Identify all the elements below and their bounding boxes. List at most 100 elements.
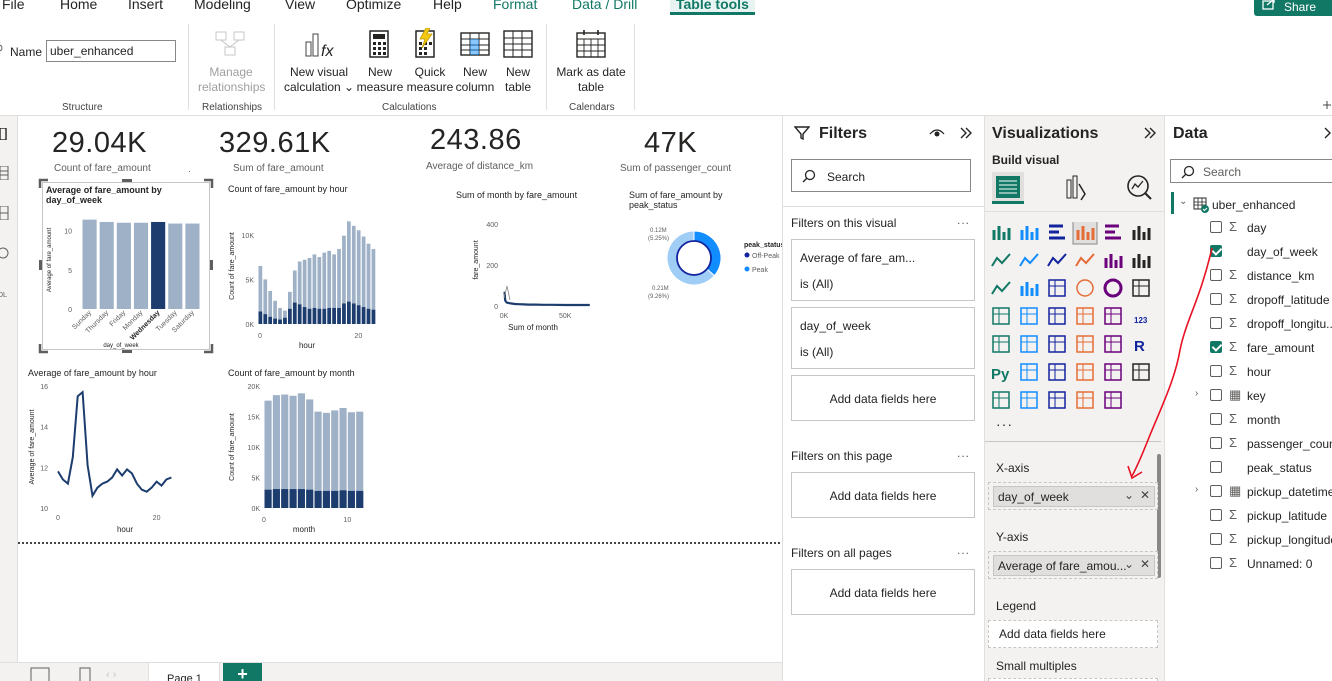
bar-segment xyxy=(289,489,297,508)
visual-sum-fare-by-peak-status[interactable]: Sum of fare_amount by peak_status 0.12M (… xyxy=(624,188,782,328)
relationships-group-label: Relationships xyxy=(202,102,263,113)
menu-format[interactable]: Format xyxy=(493,0,537,12)
more-options-icon[interactable]: ... xyxy=(957,543,970,557)
collapse-data-icon[interactable] xyxy=(1323,127,1332,139)
more-options-icon[interactable]: ... xyxy=(957,446,970,460)
menu-modeling[interactable]: Modeling xyxy=(194,0,251,12)
manage-relationships-button[interactable]: Manage relationships xyxy=(198,65,265,95)
table-name-input[interactable] xyxy=(46,40,176,62)
visual-type-globe-detail xyxy=(1021,308,1037,324)
collapse-filters-icon[interactable] xyxy=(959,127,973,139)
page-nav-arrows[interactable]: ‹ › xyxy=(106,669,116,681)
collapse-viz-icon[interactable] xyxy=(1143,127,1157,139)
chevron-down-icon[interactable]: ⌄ xyxy=(1124,488,1134,502)
tmdl-view-icon[interactable]: DL xyxy=(0,292,7,299)
new-visual-calculation-button[interactable]: New visual calculation ⌄ xyxy=(284,65,354,95)
close-icon[interactable]: ✕ xyxy=(1140,557,1150,571)
yaxis-field-pill[interactable]: Average of fare_amou... ⌄ ✕ xyxy=(993,555,1155,576)
build-visual-icon xyxy=(996,176,1020,198)
bar-segment xyxy=(322,490,330,508)
share-button[interactable]: Share xyxy=(1254,0,1332,16)
menu-file[interactable]: File xyxy=(2,0,25,12)
structure-group-label: Structure xyxy=(62,102,103,113)
quick-measure-button[interactable]: Quick measure xyxy=(406,65,454,95)
y-axis-title: fare_amount xyxy=(473,240,480,279)
visual-sum-month-by-fare[interactable]: Sum of month by fare_amount 400 200 0 0K 50K… xyxy=(452,188,612,358)
menu-help[interactable]: Help xyxy=(433,0,462,12)
calendar-icon xyxy=(576,30,606,58)
bar-segment xyxy=(342,303,346,324)
field-pickup-latitude[interactable]: Σpickup_latitude xyxy=(1165,504,1332,528)
y-tick-label: 12 xyxy=(40,465,48,472)
sigma-icon: Σ xyxy=(1229,435,1238,450)
legend-well[interactable]: Add data fields here xyxy=(988,620,1158,648)
field-checkbox[interactable] xyxy=(1210,533,1222,545)
visual-type-table-icon xyxy=(1076,335,1094,353)
filter-card-avg-fare[interactable]: Average of fare_am... is (All) xyxy=(791,239,975,301)
data-search-input[interactable]: Search xyxy=(1170,159,1332,183)
mobile-layout-icon[interactable] xyxy=(78,667,92,681)
menu-data-drill[interactable]: Data / Drill xyxy=(572,0,637,12)
visual-count-fare-by-hour[interactable]: Count of fare_amount by hour 10K 5K 0K Coun… xyxy=(226,182,386,350)
new-column-icon xyxy=(460,32,490,56)
page-tab-1[interactable]: Page 1 xyxy=(148,663,220,681)
filters-search-input[interactable]: Search xyxy=(791,159,971,192)
chevron-down-icon[interactable]: ⌄ xyxy=(1179,196,1187,207)
visual-type-column-icon xyxy=(1020,282,1039,296)
field-pickup-longitude[interactable]: Σpickup_longitude xyxy=(1165,528,1332,552)
visual-count-fare-by-month[interactable]: Count of fare_amount by month 20K 15K 10K 5… xyxy=(226,366,386,534)
sigma-icon: Σ xyxy=(1229,291,1238,306)
visual-avg-fare-by-hour[interactable]: Average of fare_amount by hour 16 14 12 10 0… xyxy=(24,366,214,534)
desktop-layout-icon[interactable] xyxy=(30,667,50,681)
dax-query-icon[interactable] xyxy=(0,246,10,260)
menu-insert[interactable]: Insert xyxy=(128,0,163,12)
bar-segment xyxy=(366,308,371,324)
visual-type-apps-icon xyxy=(1048,391,1066,409)
visual-type-table-detail xyxy=(1105,336,1121,352)
report-view-icon[interactable] xyxy=(0,128,10,140)
ribbon-collapse-icon[interactable] xyxy=(1322,100,1332,110)
yaxis-well[interactable]: Average of fare_amou... ⌄ ✕ xyxy=(988,551,1158,579)
menu-table-tools[interactable]: Table tools xyxy=(670,0,755,15)
format-visual-icon[interactable] xyxy=(1063,174,1089,202)
table-uber-enhanced[interactable]: ⌄ uber_enhanced xyxy=(1165,192,1332,216)
more-visuals-icon[interactable]: ··· xyxy=(996,416,1013,432)
menu-view[interactable]: View xyxy=(285,0,315,12)
close-icon[interactable]: ✕ xyxy=(1140,488,1150,502)
bar-segment xyxy=(288,308,292,324)
filters-on-page-label: Filters on this page xyxy=(791,449,893,463)
page-add-fields-well[interactable]: Add data fields here xyxy=(791,472,975,518)
visual-type-line-icon xyxy=(991,253,1011,267)
sigma-icon: Σ xyxy=(1229,555,1238,570)
mark-as-date-table-button[interactable]: Mark as date table xyxy=(554,65,628,95)
menu-home[interactable]: Home xyxy=(60,0,97,12)
analytics-icon[interactable] xyxy=(1125,174,1153,202)
field-day[interactable]: Σday xyxy=(1165,216,1332,240)
report-canvas[interactable]: 29.04K Count of fare_amount 329.61K Sum … xyxy=(18,116,782,662)
new-measure-button[interactable]: New measure xyxy=(356,65,404,95)
eye-icon[interactable] xyxy=(929,127,945,139)
selection-handles[interactable] xyxy=(38,178,214,354)
chevron-down-icon[interactable]: ⌄ xyxy=(1124,557,1134,571)
visual-add-fields-well[interactable]: Add data fields here xyxy=(791,375,975,421)
filters-on-all-pages-label: Filters on all pages xyxy=(791,546,892,560)
more-options-icon[interactable]: ... xyxy=(957,213,970,227)
all-pages-add-fields-well[interactable]: Add data fields here xyxy=(791,569,975,615)
table-view-icon[interactable] xyxy=(0,166,10,180)
field-checkbox[interactable] xyxy=(1210,221,1222,233)
field-checkbox[interactable] xyxy=(1210,557,1222,569)
new-column-button[interactable]: New column xyxy=(452,65,498,95)
field-name: pickup_longitude xyxy=(1247,533,1332,547)
field-checkbox[interactable] xyxy=(1210,509,1222,521)
menu-optimize[interactable]: Optimize xyxy=(346,0,401,12)
new-table-button[interactable]: New table xyxy=(498,65,538,95)
build-visual-tab[interactable] xyxy=(992,172,1024,204)
add-page-button[interactable]: + xyxy=(223,663,262,681)
data-label: 0.21M xyxy=(652,286,669,292)
model-view-icon[interactable] xyxy=(0,206,10,220)
x-axis-title: Sum of month xyxy=(508,323,558,332)
kpi-count-fare-label: Count of fare_amount xyxy=(54,163,151,174)
bar-segment xyxy=(317,308,322,324)
filter-card-day-of-week[interactable]: day_of_week is (All) xyxy=(791,307,975,369)
field-unnamed-0[interactable]: Σ Unnamed: 0 xyxy=(1165,552,1332,576)
